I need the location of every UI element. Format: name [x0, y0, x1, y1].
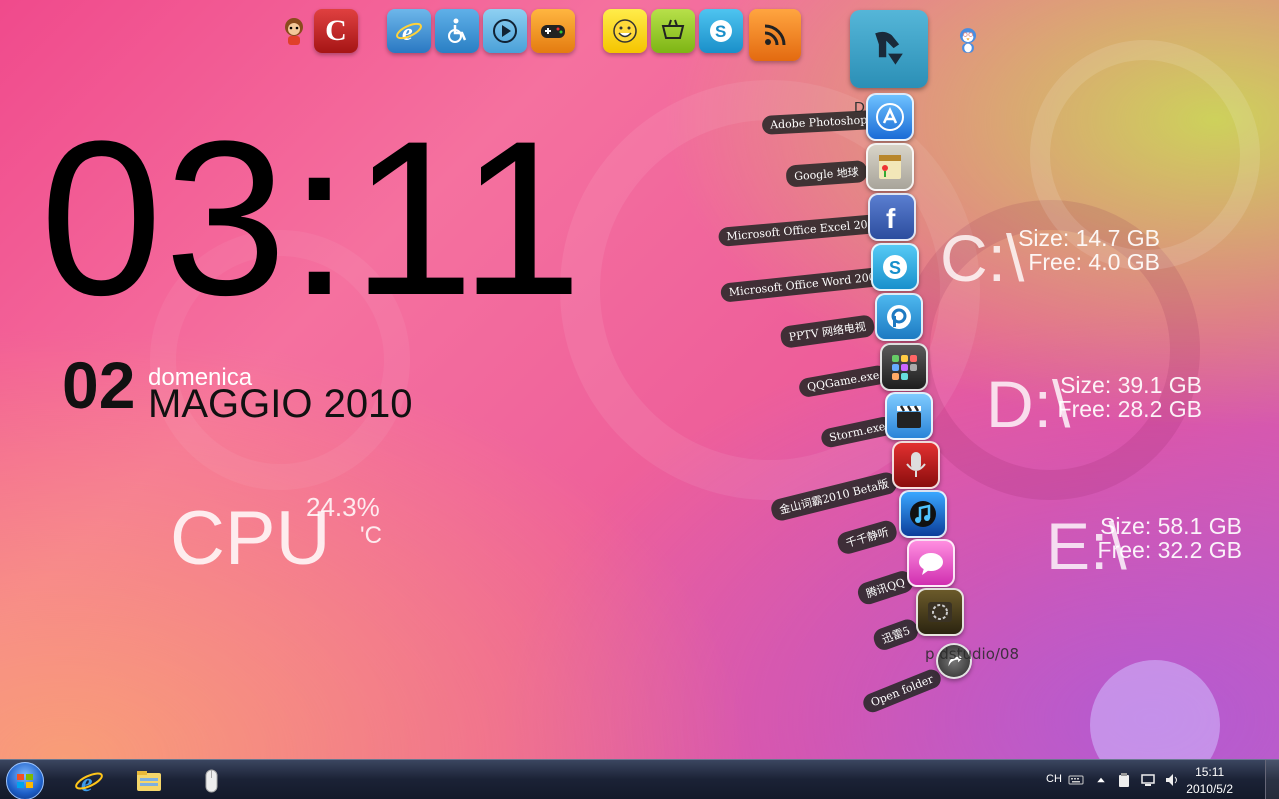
thunder-icon[interactable]	[916, 588, 964, 636]
file-explorer-icon	[137, 771, 161, 791]
top-dock: C e S D l	[0, 7, 1279, 116]
drive-c-free: Free: 4.0 GB	[1028, 249, 1160, 275]
taskbar-date: 2010/5/2	[1186, 782, 1233, 796]
stack-item-label: Adobe Photoshop	[761, 110, 876, 135]
itunes-icon[interactable]	[899, 490, 947, 538]
gamepad-icon[interactable]	[531, 9, 575, 53]
cpu-temp-unit: 'C	[360, 522, 382, 549]
mouse-icon	[205, 769, 218, 793]
stack-item-label: Google 地球	[785, 160, 868, 188]
svg-text:f: f	[886, 203, 896, 233]
stack-item-label: PPTV 网络电视	[779, 314, 876, 349]
clipboard-icon[interactable]	[1116, 772, 1132, 788]
stack-item-label: Microsoft Office Word 2007	[719, 266, 892, 303]
taskbar-file-explorer[interactable]	[126, 764, 172, 798]
stack-item-label: 金山词霸2010 Beta版	[769, 470, 899, 523]
media-player-icon[interactable]	[483, 9, 527, 53]
date-day-number: 02	[62, 348, 136, 422]
penguin-mascot-icon[interactable]	[944, 9, 992, 73]
drive-d-size: Size: 39.1 GB	[1060, 372, 1202, 398]
show-hidden-icons-arrow-icon[interactable]	[1093, 772, 1109, 788]
clapperboard-icon[interactable]	[885, 392, 933, 440]
c-app-icon[interactable]: C	[314, 9, 358, 53]
taskbar-clock[interactable]: 15:11 2010/5/2	[1186, 764, 1233, 798]
app-grid-icon[interactable]	[880, 343, 928, 391]
taskbar-internet-explorer[interactable]: e	[66, 764, 112, 798]
svg-text:e: e	[81, 768, 93, 796]
show-desktop-button[interactable]	[1265, 760, 1279, 799]
shopping-icon[interactable]	[651, 9, 695, 53]
skype-icon[interactable]: S	[871, 243, 919, 291]
drive-d-free: Free: 28.2 GB	[1057, 396, 1202, 422]
network-icon[interactable]	[1140, 772, 1156, 788]
stack-item-label: Storm.exe	[819, 415, 895, 449]
taskbar: e CH 15:11 2010/5/2	[0, 759, 1279, 799]
svg-text:S: S	[889, 258, 901, 278]
taskbar-time: 15:11	[1195, 765, 1225, 779]
drive-c-stats: Size: 14.7 GB Free: 4.0 GB	[940, 226, 1160, 274]
accessibility-icon[interactable]	[435, 9, 479, 53]
taskbar-mouse[interactable]	[188, 764, 234, 798]
volume-icon[interactable]	[1164, 772, 1180, 788]
svg-text:S: S	[715, 22, 726, 41]
facebook-icon[interactable]: f	[868, 193, 916, 241]
clock-time: 03:11	[40, 95, 585, 341]
skype-icon[interactable]: S	[699, 9, 743, 53]
cpu-usage-value: 24.3%	[306, 492, 380, 522]
stack-item-label: Open folder	[860, 666, 944, 716]
stack-item-label: QQGame.exe	[797, 364, 889, 399]
internet-explorer-icon[interactable]: e	[387, 9, 431, 53]
drive-e-size: Size: 58.1 GB	[1100, 513, 1242, 539]
stack-item-label: 迅雷5	[870, 616, 921, 653]
internet-explorer-icon: e	[75, 768, 103, 796]
drive-e-free: Free: 32.2 GB	[1097, 537, 1242, 563]
smiley-icon[interactable]	[603, 9, 647, 53]
start-button[interactable]	[6, 762, 44, 799]
download-icon[interactable]	[850, 10, 928, 88]
wallpaper-credit: p dstudio/08	[925, 645, 1020, 663]
date-month-year: MAGGIO 2010	[148, 382, 413, 426]
keyboard-icon[interactable]	[1068, 772, 1084, 788]
pptv-icon[interactable]	[875, 293, 923, 341]
stack-item-label: Microsoft Office Excel 2007	[717, 213, 891, 247]
windows-logo-icon	[17, 774, 33, 788]
drive-e-stats: Size: 58.1 GB Free: 32.2 GB	[1022, 514, 1242, 562]
stack-item-label: 千千静听	[835, 518, 900, 557]
monkey-mascot-icon[interactable]	[272, 9, 316, 53]
rss-icon[interactable]	[749, 9, 801, 61]
drive-c-size: Size: 14.7 GB	[1018, 225, 1160, 251]
app-store-icon[interactable]	[866, 93, 914, 141]
drive-d-stats: Size: 39.1 GB Free: 28.2 GB	[982, 373, 1202, 421]
apple-notes-icon[interactable]	[866, 143, 914, 191]
ime-indicator[interactable]: CH	[1046, 773, 1062, 785]
messages-icon[interactable]	[907, 539, 955, 587]
microphone-icon[interactable]	[892, 441, 940, 489]
